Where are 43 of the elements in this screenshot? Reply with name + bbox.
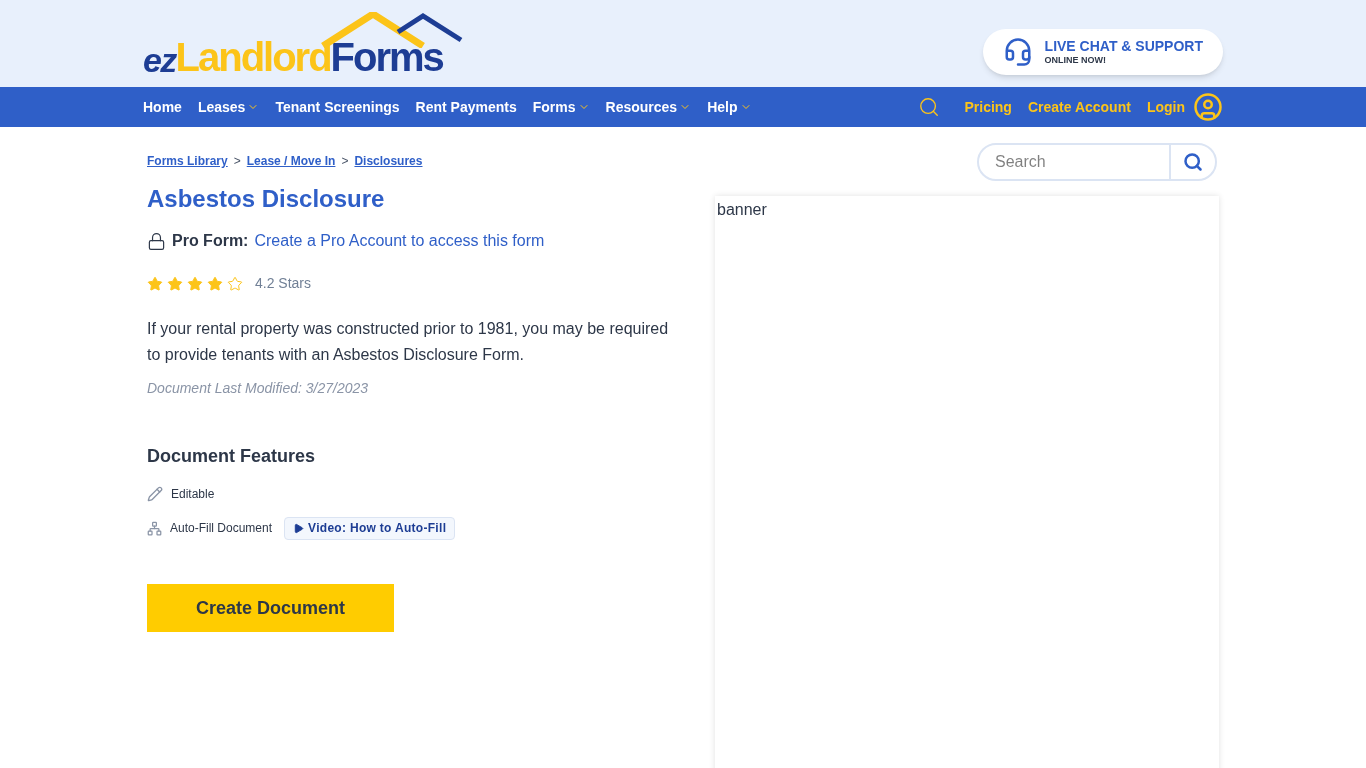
rating-text: 4.2 Stars	[255, 274, 312, 293]
pro-form-label: Pro Form:	[172, 231, 249, 251]
last-modified: Document Last Modified: 3/27/2023	[147, 379, 370, 398]
nav-link[interactable]: Rent Payments	[415, 96, 517, 118]
nav-link[interactable]: Login	[1146, 96, 1185, 118]
banner-alt-text: banner	[717, 200, 767, 220]
lock-icon	[147, 231, 166, 251]
nav-link[interactable]: Create Account	[1027, 96, 1131, 118]
breadcrumb-link[interactable]: Disclosures	[354, 152, 423, 170]
nav-link[interactable]: Tenant Screenings	[275, 96, 400, 118]
star-icon	[147, 275, 163, 292]
nav-link[interactable]: Pricing	[964, 96, 1012, 118]
nav-link[interactable]: Help	[707, 96, 752, 118]
create-document-button[interactable]: Create Document	[147, 584, 394, 632]
star-icon	[167, 275, 183, 292]
features-heading: Document Features	[147, 445, 317, 468]
live-chat-button[interactable]: LIVE CHAT & SUPPORT ONLINE NOW!	[982, 29, 1223, 75]
nav-link[interactable]: Forms	[532, 96, 590, 118]
breadcrumb-link[interactable]: Forms Library	[147, 152, 228, 170]
search-icon[interactable]	[1183, 152, 1203, 172]
breadcrumb-separator: >	[233, 153, 241, 170]
breadcrumb-link[interactable]: Lease / Move In	[246, 152, 336, 170]
hierarchy-icon	[147, 520, 162, 536]
search-input[interactable]: Search	[979, 150, 1169, 174]
video-button[interactable]: Video: How to Auto-Fill	[284, 516, 456, 540]
play-icon	[293, 522, 305, 534]
nav-link[interactable]: Leases	[197, 96, 260, 118]
feature-label: Auto-Fill Document	[170, 520, 273, 537]
feature-label: Editable	[171, 486, 215, 503]
pro-account-link[interactable]: Create a Pro Account to access this form	[254, 229, 545, 253]
breadcrumb-separator: >	[341, 153, 349, 170]
star-icon	[187, 275, 203, 292]
star-icon	[227, 275, 243, 292]
user-avatar-icon[interactable]	[1193, 92, 1223, 122]
search-box[interactable]: Search	[977, 143, 1217, 181]
nav-link[interactable]: Resources	[605, 96, 692, 118]
description: If your rental property was constructed prior to 1981, you may be required to provide tenants with an Asbestos Disclosure Form.	[147, 319, 670, 365]
pencil-icon	[147, 486, 163, 502]
search-icon[interactable]	[918, 96, 941, 118]
nav-link[interactable]: Home	[143, 96, 182, 118]
star-icon	[207, 275, 223, 292]
page-title: Asbestos Disclosure	[147, 184, 386, 214]
logo[interactable]: ezLandlordForms	[143, 0, 467, 87]
